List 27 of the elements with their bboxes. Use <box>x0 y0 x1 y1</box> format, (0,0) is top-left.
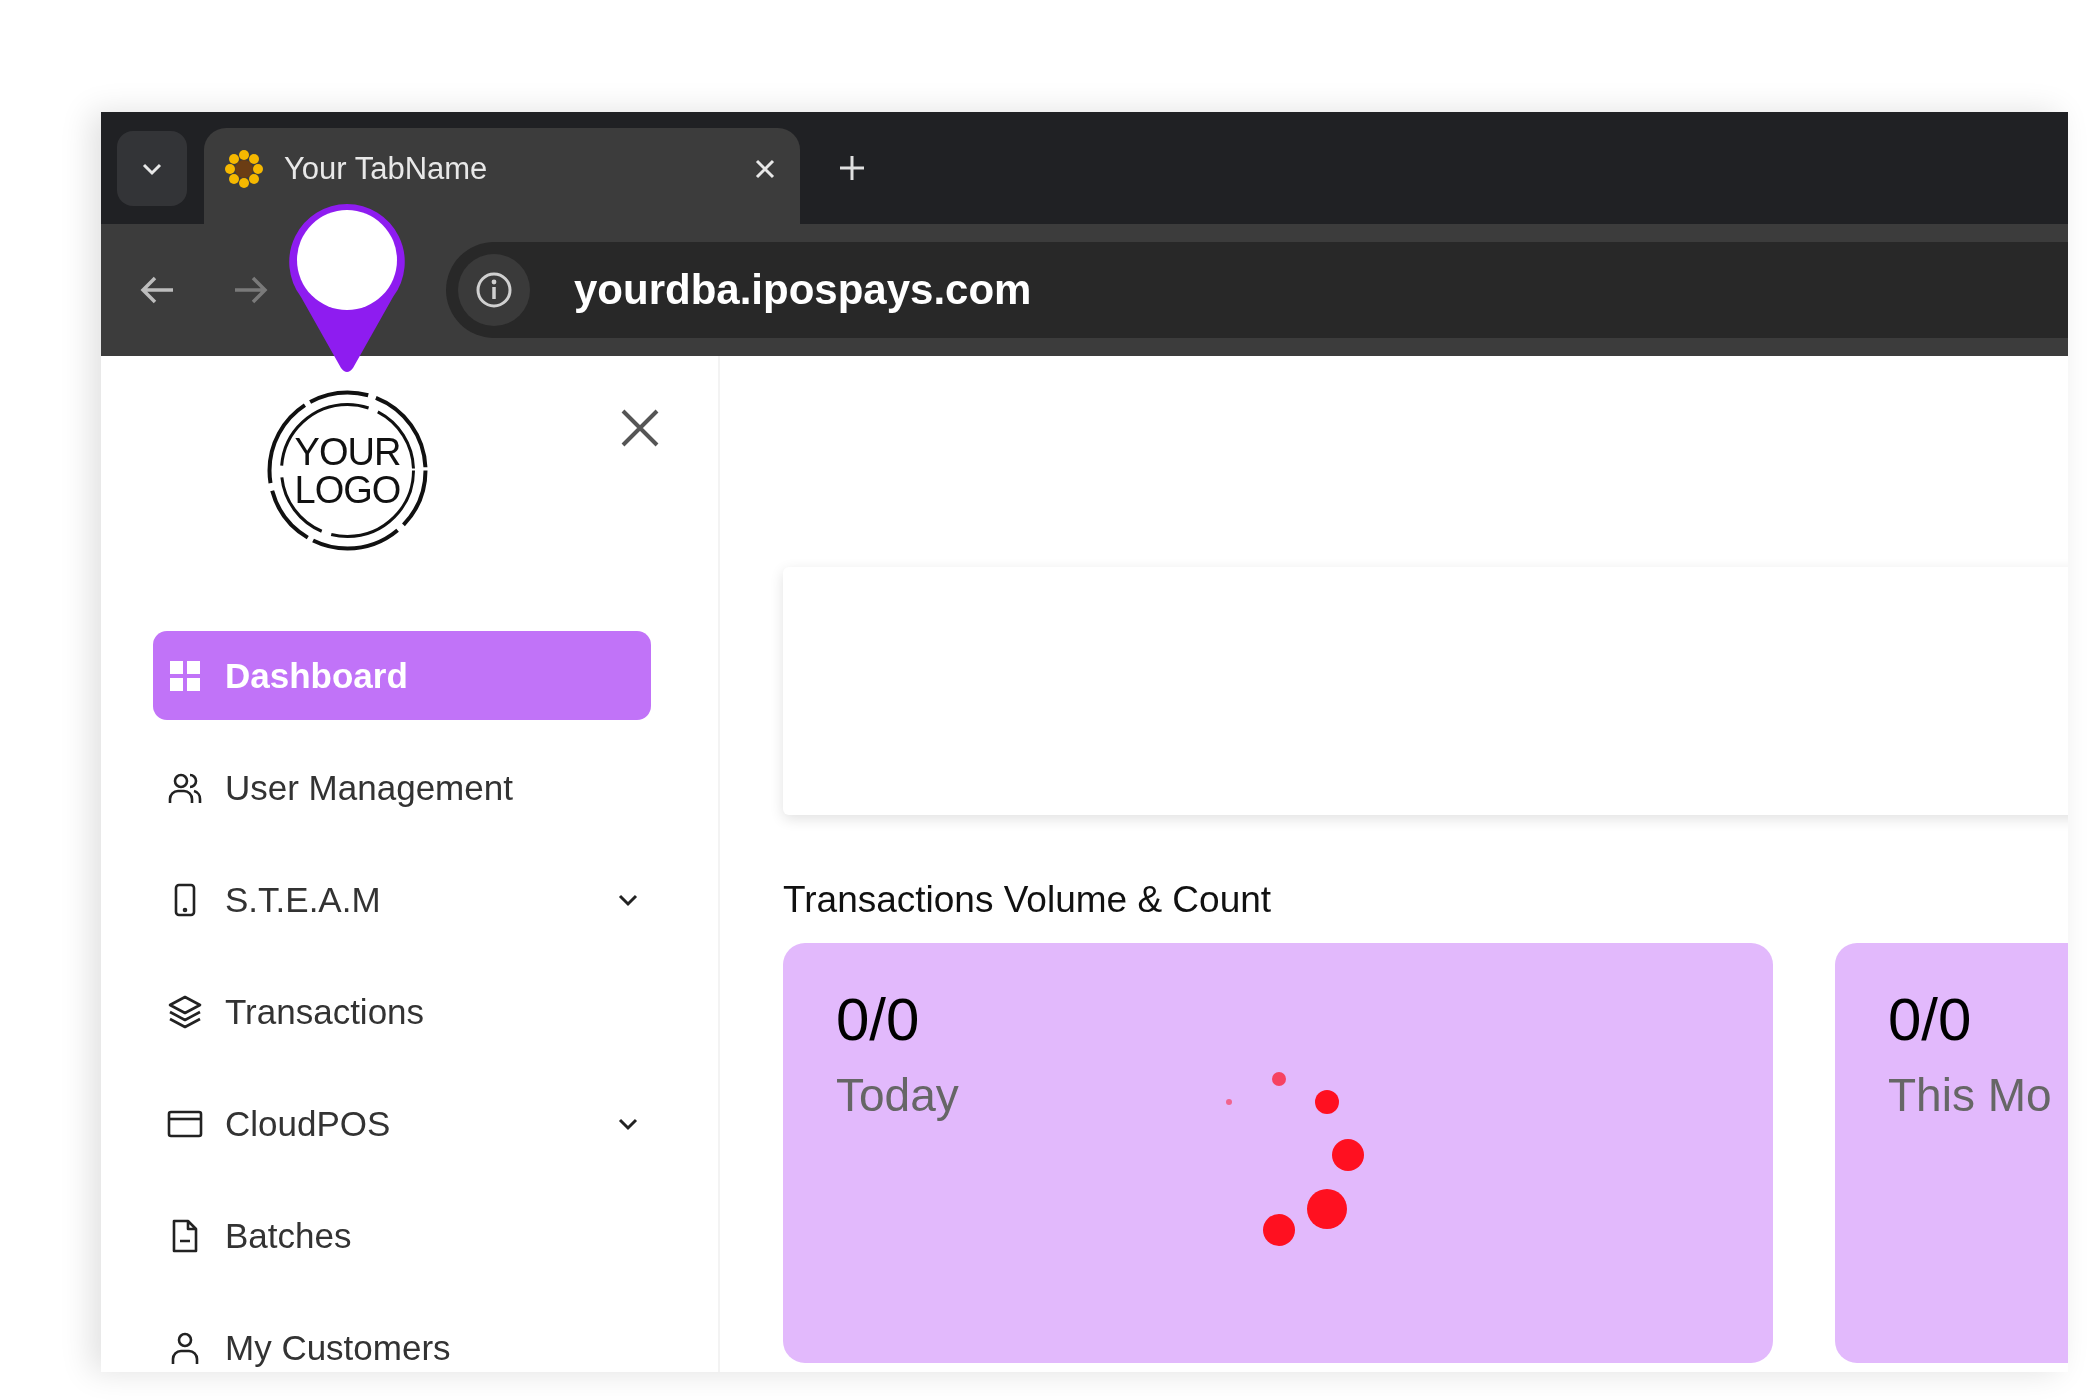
site-info-button[interactable] <box>458 254 530 326</box>
sidebar-item[interactable]: Batches <box>153 1191 651 1280</box>
location-pin-icon <box>287 202 407 374</box>
stat-label: Today <box>836 1068 960 1122</box>
sidebar-item[interactable]: S.T.E.A.M <box>153 855 651 944</box>
section-title: Transactions Volume & Count <box>783 879 1273 921</box>
stat-value: 0/0 <box>836 985 921 1054</box>
stat-value: 0/0 <box>1888 985 1973 1054</box>
chevron-icon <box>141 161 163 176</box>
layers-icon <box>167 993 203 1030</box>
browser-tab[interactable]: Your TabName <box>204 128 800 224</box>
url-text: yourdba.ipospays.com <box>574 266 1032 314</box>
info-icon <box>475 271 513 309</box>
close-icon[interactable] <box>620 408 660 448</box>
address-bar[interactable]: yourdba.ipospays.com <box>446 242 2068 338</box>
sidebar-item[interactable]: Transactions <box>153 967 651 1056</box>
stat-label: This Mo <box>1888 1068 2053 1122</box>
sidebar-item[interactable]: User Management <box>153 743 651 832</box>
sidebar-item[interactable]: My Customers <box>153 1303 651 1372</box>
logo-text: YOUR <box>294 432 401 471</box>
back-arrow-icon[interactable] <box>140 275 176 305</box>
sidebar-item[interactable]: CloudPOS <box>153 1079 651 1168</box>
sunflower-icon <box>224 149 264 189</box>
new-tab-icon[interactable] <box>838 154 866 182</box>
tab-title: Your TabName <box>284 151 489 187</box>
forward-arrow-icon[interactable] <box>232 275 268 305</box>
logo-text: LOGO <box>294 470 401 509</box>
